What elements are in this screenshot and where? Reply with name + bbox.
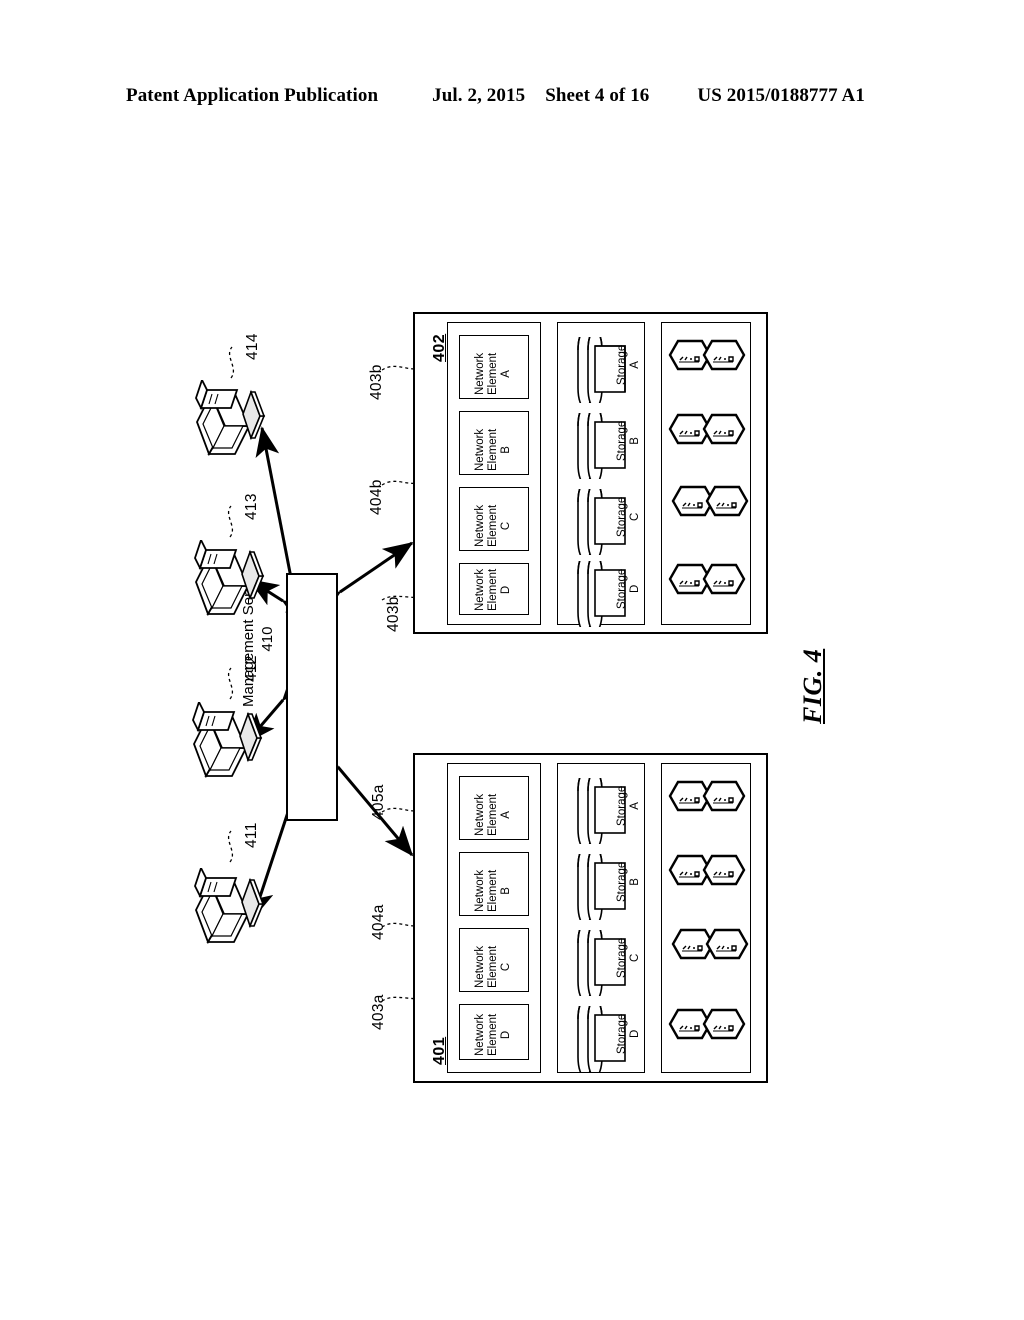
node-group-402[interactable]: [661, 322, 751, 625]
connector-overlay: [227, 346, 453, 1002]
hexagon-node-icon[interactable]: [705, 485, 749, 517]
figure-canvas: 402 Network Element A Network Element B: [0, 0, 1024, 1320]
network-element-label: Network Element A: [474, 794, 513, 836]
ne-line-2: Element: [487, 945, 499, 988]
management-server-box[interactable]: Management Server 410: [240, 571, 338, 821]
system-box-401[interactable]: 401 Network Element A Network Element B: [413, 753, 768, 1083]
ne-line-1: Network: [474, 428, 486, 471]
ne-line-1: Network: [474, 352, 486, 395]
ne-line-1: Network: [474, 945, 486, 988]
ne-line-2: Element: [487, 869, 499, 912]
network-element-card[interactable]: Network Element D: [459, 563, 529, 615]
ne-line-1: Network: [474, 568, 486, 611]
ne-line-1: Network: [474, 869, 486, 912]
storage-drum[interactable]: Storage D: [570, 561, 641, 627]
ref-403b-network-elements: 403b: [368, 364, 385, 400]
system-box-402[interactable]: 402 Network Element A Network Element B: [413, 312, 768, 634]
figure-caption: FIG. 4: [798, 648, 827, 724]
storage-drum[interactable]: Storage C: [570, 930, 641, 996]
network-element-card[interactable]: Network Element A: [459, 776, 529, 840]
ne-line-3: C: [500, 521, 512, 531]
network-element-label: Network Element B: [474, 870, 513, 912]
hexagon-node-icon[interactable]: [702, 339, 746, 371]
network-element-card[interactable]: Network Element B: [459, 411, 529, 475]
network-element-label: Network Element A: [474, 353, 513, 395]
client-411-ref: 411: [243, 822, 260, 848]
client-workstation-414[interactable]: [185, 380, 271, 466]
ne-line-2: Element: [487, 1013, 499, 1056]
ne-line-3: C: [500, 962, 512, 972]
ne-line-2: Element: [487, 568, 499, 611]
storage-group-402[interactable]: Storage A Storage B Storage C Storage D: [557, 322, 645, 627]
ne-line-3: A: [500, 370, 512, 378]
storage-drum[interactable]: Storage A: [570, 337, 641, 403]
storage-group-401[interactable]: Storage A Storage B Storage C Storage D: [557, 763, 645, 1073]
ne-line-2: Element: [487, 793, 499, 836]
storage-drum[interactable]: Storage A: [570, 778, 641, 844]
ne-line-1: Network: [474, 793, 486, 836]
hexagon-node-icon[interactable]: [702, 854, 746, 886]
network-element-card[interactable]: Network Element A: [459, 335, 529, 399]
network-element-card[interactable]: Network Element C: [459, 928, 529, 992]
hexagon-node-icon[interactable]: [702, 1008, 746, 1040]
client-workstation-411[interactable]: [184, 868, 270, 954]
ne-line-3: B: [500, 887, 512, 895]
network-element-card[interactable]: Network Element D: [459, 1004, 529, 1060]
ne-line-3: A: [500, 811, 512, 819]
client-414-ref: 414: [244, 333, 261, 360]
ne-line-1: Network: [474, 504, 486, 547]
ref-403a-nodes: 403a: [370, 994, 387, 1030]
network-element-label: Network Element D: [474, 1014, 513, 1056]
network-element-label: Network Element C: [474, 505, 513, 547]
ne-line-2: Element: [487, 428, 499, 471]
storage-drum[interactable]: Storage B: [570, 854, 641, 920]
network-element-card[interactable]: Network Element B: [459, 852, 529, 916]
network-element-label: Network Element D: [474, 569, 513, 611]
network-element-card[interactable]: Network Element C: [459, 487, 529, 551]
ref-404a-storage: 404a: [370, 904, 387, 940]
node-group-401[interactable]: [661, 763, 751, 1073]
ne-line-3: D: [500, 585, 512, 595]
ref-405a-network-elements: 405a: [370, 784, 387, 820]
hexagon-node-icon[interactable]: [702, 413, 746, 445]
ne-line-2: Element: [487, 352, 499, 395]
ne-line-3: B: [500, 446, 512, 454]
hexagon-node-icon[interactable]: [702, 780, 746, 812]
client-412-ref: 412: [243, 655, 260, 682]
network-element-group-401[interactable]: Network Element A Network Element B Netw…: [447, 763, 541, 1073]
hexagon-node-icon[interactable]: [702, 563, 746, 595]
storage-drum[interactable]: Storage C: [570, 489, 641, 555]
client-413-ref: 413: [243, 493, 260, 520]
storage-drum[interactable]: Storage B: [570, 413, 641, 479]
network-element-label: Network Element B: [474, 429, 513, 471]
network-element-group-402[interactable]: Network Element A Network Element B Netw…: [447, 322, 541, 625]
network-element-label: Network Element C: [474, 946, 513, 988]
client-workstation-413[interactable]: [184, 540, 270, 626]
client-workstation-412[interactable]: [182, 702, 268, 788]
storage-drum[interactable]: Storage D: [570, 1006, 641, 1072]
hexagon-node-icon[interactable]: [705, 928, 749, 960]
ref-403b-nodes: 403b: [385, 596, 402, 632]
ref-404b-storage: 404b: [368, 479, 385, 515]
ne-line-3: D: [500, 1030, 512, 1040]
ne-line-1: Network: [474, 1013, 486, 1056]
ne-line-2: Element: [487, 504, 499, 547]
